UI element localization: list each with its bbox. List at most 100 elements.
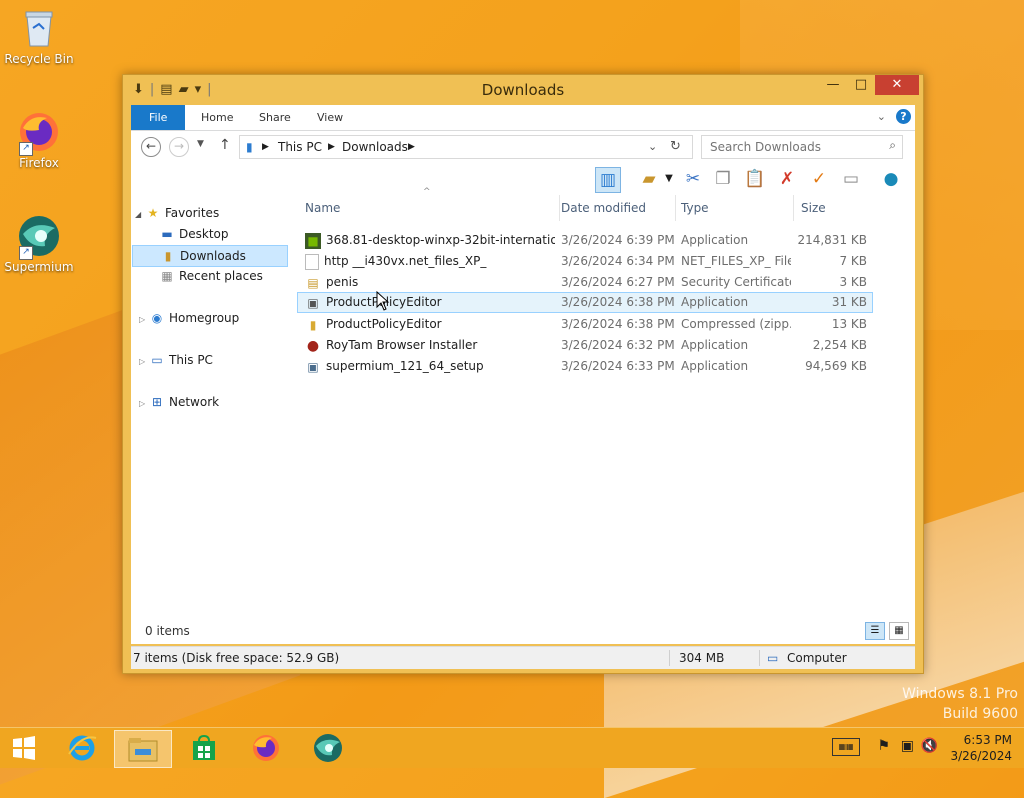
file-row[interactable]: ▣ supermium_121_64_setup 3/26/2024 6:33 P… [299, 356, 873, 377]
network-icon: ⊞ [151, 395, 163, 409]
computer-icon: ▭ [151, 353, 163, 367]
nav-homegroup[interactable]: ▷ ◉ Homegroup [139, 308, 239, 328]
chevron-right-icon[interactable]: ▶ [408, 136, 415, 158]
volume-muted-icon[interactable]: 🔇 [921, 738, 938, 754]
desktop-icon-supermium[interactable]: ↗ Supermium [1, 214, 77, 274]
column-type[interactable]: Type [679, 195, 794, 221]
desktop-icon-recycle-bin[interactable]: Recycle Bin [1, 6, 77, 66]
windows-watermark: Windows 8.1 Pro Build 9600 [902, 686, 1018, 722]
clock[interactable]: 6:53 PM 3/26/2024 [950, 732, 1012, 764]
tab-home[interactable]: Home [187, 105, 247, 130]
breadcrumb-this-pc[interactable]: This PC [278, 136, 322, 158]
custom-toolbar: ▥ ▰ ▼ ✂ ❐ 📋 ✗ ✓ ▭ ● [131, 163, 915, 195]
collapse-arrow-icon[interactable]: ◢ [135, 210, 141, 219]
homegroup-icon: ◉ [151, 311, 163, 325]
refresh-icon[interactable]: ↻ [670, 136, 681, 158]
dropdown-icon[interactable]: ▼ [657, 167, 681, 191]
chevron-right-icon[interactable]: ▶ [262, 136, 269, 158]
chevron-right-icon[interactable]: ▶ [328, 136, 335, 158]
rename-icon[interactable]: ▭ [839, 167, 863, 191]
address-row: ← → ▼ ↑ ▮ ▶ This PC ▶ Downloads ▶ ⌄ ↻ ⌕ [131, 131, 915, 163]
nav-this-pc[interactable]: ▷ ▭ This PC [139, 350, 213, 370]
status-bar: 7 items (Disk free space: 52.9 GB) 304 M… [131, 646, 915, 669]
expand-arrow-icon[interactable]: ▷ [139, 315, 145, 324]
details-view-icon[interactable]: ☰ [865, 622, 885, 640]
taskbar-store[interactable] [176, 730, 232, 766]
clock-time: 6:53 PM [963, 733, 1012, 747]
shortcut-arrow-icon: ↗ [19, 142, 33, 156]
pane-item-count: 0 items [145, 624, 190, 638]
column-name[interactable]: Name [299, 195, 560, 221]
close-button[interactable]: ✕ [875, 75, 919, 95]
preview-pane-icon[interactable]: ▥ [595, 167, 621, 193]
recent-locations-icon[interactable]: ▼ [197, 139, 204, 149]
clock-date: 3/26/2024 [950, 749, 1012, 763]
store-icon [193, 734, 215, 760]
minimize-button[interactable]: — [819, 75, 847, 95]
column-date[interactable]: Date modified [559, 195, 676, 221]
expand-arrow-icon[interactable]: ▷ [139, 399, 145, 408]
file-row[interactable]: ▮ ProductPolicyEditor 3/26/2024 6:38 PM C… [299, 314, 873, 335]
tab-view[interactable]: View [303, 105, 357, 130]
file-row[interactable]: ● RoyTam Browser Installer 3/26/2024 6:32… [299, 335, 873, 356]
desktop-icon-firefox[interactable]: ↗ Firefox [1, 110, 77, 170]
help-icon[interactable]: ? [896, 109, 911, 124]
app-window-icon: ▣ [307, 295, 319, 310]
tab-share[interactable]: Share [245, 105, 305, 130]
file-row[interactable]: http __i430vx.net_files_XP_ 3/26/2024 6:… [299, 251, 873, 272]
share-icon[interactable]: ● [879, 167, 903, 191]
breadcrumb-downloads[interactable]: Downloads [342, 136, 408, 158]
network-status-icon[interactable]: ▣ [901, 738, 914, 754]
nav-downloads[interactable]: ▮ Downloads [132, 245, 288, 267]
supermium-icon: ↗ [17, 214, 61, 260]
nvidia-app-icon: ■ [305, 232, 321, 249]
status-size: 304 MB [679, 651, 725, 665]
touch-keyboard-icon[interactable]: ▦▦ [832, 738, 860, 756]
expand-arrow-icon[interactable]: ▷ [139, 357, 145, 366]
nav-recent-places[interactable]: ▦ Recent places [159, 266, 263, 286]
nav-favorites[interactable]: ◢ ★ Favorites [135, 203, 219, 223]
computer-icon: ▭ [767, 651, 779, 665]
check-icon[interactable]: ✓ [807, 167, 831, 191]
file-row[interactable]: ■ 368.81-desktop-winxp-32bit-internationa… [299, 230, 873, 251]
start-button[interactable] [0, 730, 48, 766]
ribbon-tabs: File Home Share View ⌄ ? [131, 105, 915, 131]
address-dropdown-icon[interactable]: ⌄ [648, 136, 657, 158]
taskbar-supermium[interactable] [300, 730, 356, 766]
title-bar[interactable]: ⬇ | ▤ ▰ ▾ | Downloads — □ ✕ [123, 75, 923, 105]
maximize-button[interactable]: □ [847, 75, 875, 95]
taskbar-firefox[interactable] [238, 730, 294, 766]
firefox-icon: ↗ [17, 110, 61, 156]
address-bar[interactable]: ▮ ▶ This PC ▶ Downloads ▶ ⌄ ↻ [239, 135, 693, 159]
setup-app-icon: ▣ [307, 359, 319, 374]
action-center-flag-icon[interactable]: ⚑ [877, 738, 890, 754]
paste-icon[interactable]: 📋 [743, 167, 767, 191]
taskbar-internet-explorer[interactable] [54, 730, 110, 766]
search-input[interactable] [708, 139, 882, 155]
taskbar-file-explorer[interactable] [114, 730, 172, 768]
tab-file[interactable]: File [131, 105, 186, 130]
divider [669, 650, 670, 666]
navigation-pane: ◢ ★ Favorites ▬ Desktop ▮ Downloads ▦ Recent… [131, 203, 291, 614]
delete-icon[interactable]: ✗ [775, 167, 799, 191]
blank-file-icon [305, 253, 319, 270]
mouse-cursor [376, 291, 390, 311]
nav-network[interactable]: ▷ ⊞ Network [139, 392, 219, 412]
nav-desktop[interactable]: ▬ Desktop [159, 224, 228, 244]
desktop-icon-label: Firefox [19, 156, 59, 170]
search-box[interactable]: ⌕ [701, 135, 903, 159]
forward-button[interactable]: → [169, 137, 189, 157]
status-item-count: 7 items (Disk free space: 52.9 GB) [133, 651, 340, 665]
column-size[interactable]: Size [799, 195, 873, 221]
cut-icon[interactable]: ✂ [681, 167, 705, 191]
search-icon[interactable]: ⌕ [889, 138, 896, 153]
copy-icon[interactable]: ❐ [711, 167, 735, 191]
desktop-icon: ▬ [161, 227, 173, 241]
back-button[interactable]: ← [141, 137, 161, 157]
file-row[interactable]: ▤ penis 3/26/2024 6:27 PM Security Certif… [299, 272, 873, 293]
status-location: Computer [787, 651, 847, 665]
windows-logo-icon [13, 736, 35, 760]
up-arrow-icon[interactable]: ↑ [219, 137, 231, 153]
expand-ribbon-icon[interactable]: ⌄ [877, 110, 886, 123]
large-icons-view-icon[interactable]: ▦ [889, 622, 909, 640]
